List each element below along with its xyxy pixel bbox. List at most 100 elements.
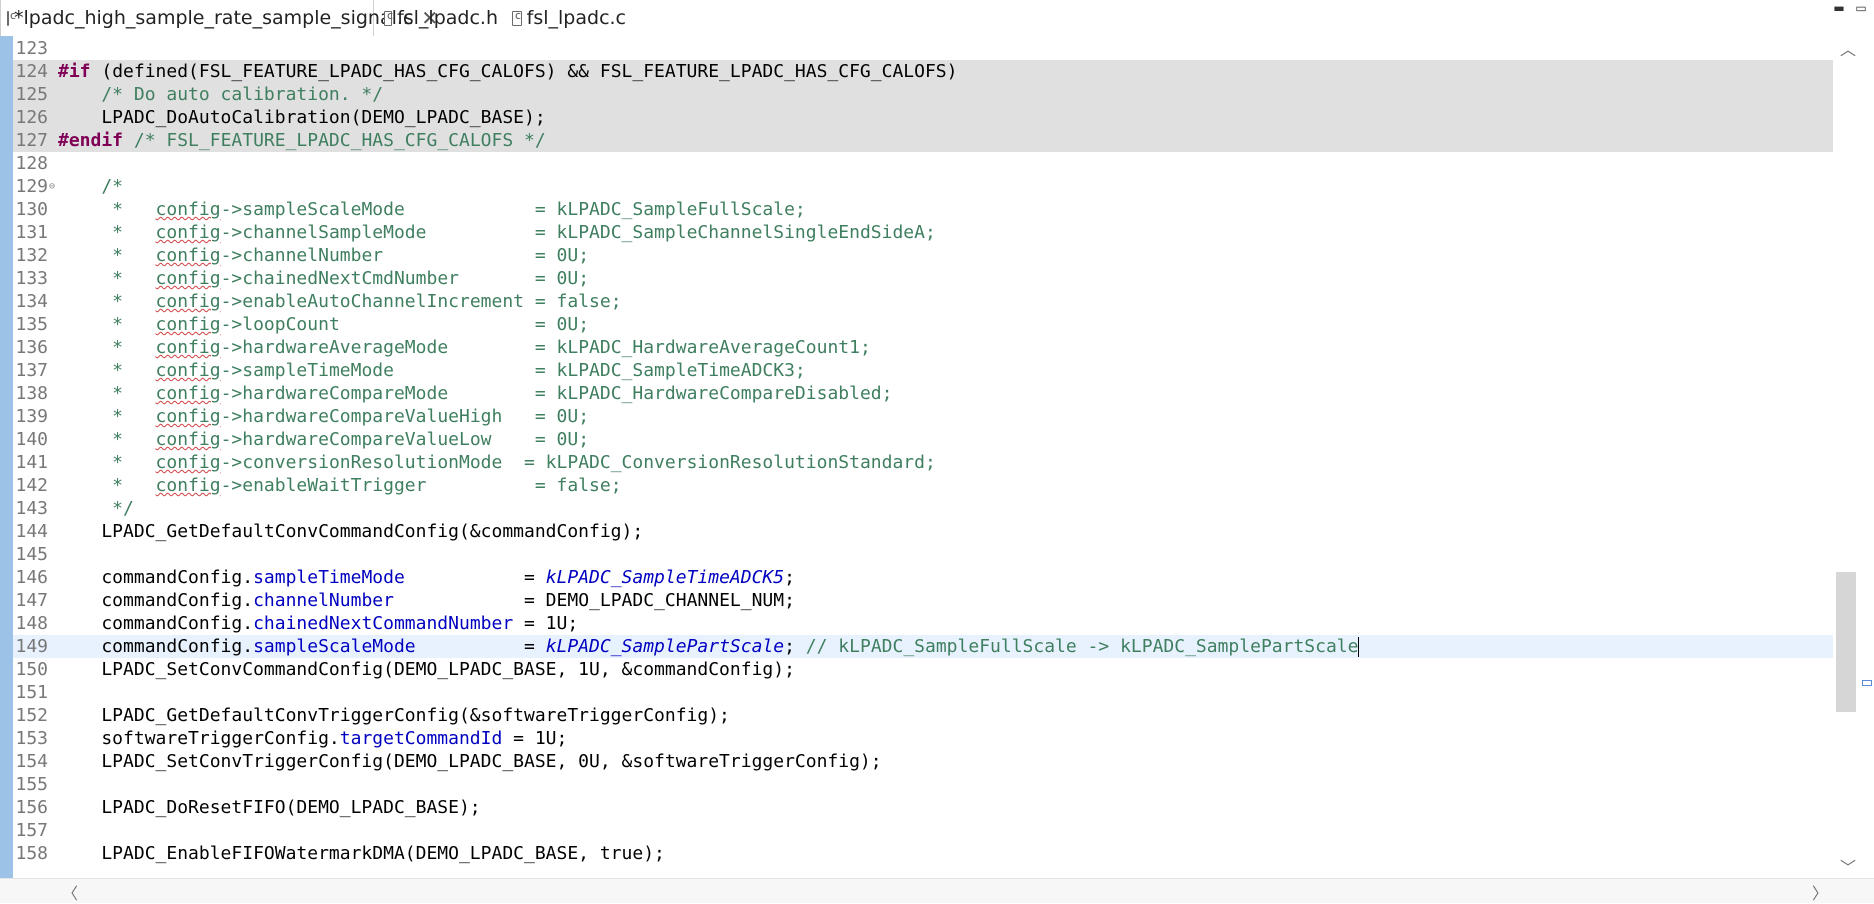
line-number: 155: [15, 774, 48, 795]
code-token: chainedNextCommandNumber: [253, 613, 514, 634]
code-token: config: [155, 245, 221, 266]
line-number: 150: [15, 659, 48, 680]
code-token: commandConfig.: [58, 613, 254, 634]
code-line[interactable]: 124 #if (defined(FSL_FEATURE_LPADC_HAS_CF…: [13, 60, 1833, 83]
code-token: ->sampleTimeMode = kLPADC_SampleTimeADCK…: [220, 360, 806, 381]
code-line[interactable]: 149 commandConfig.sampleScaleMode = kLPA…: [13, 635, 1833, 658]
tab-fsl-lpadc-c[interactable]: fsl_lpadc.c: [506, 0, 626, 36]
code-text: LPADC_DoResetFIFO(DEMO_LPADC_BASE);: [58, 796, 480, 819]
code-line[interactable]: 123: [13, 37, 1833, 60]
code-line[interactable]: 128: [13, 152, 1833, 175]
line-number: 140: [15, 429, 48, 450]
code-line[interactable]: 133 * config->chainedNextCmdNumber = 0U;: [13, 267, 1833, 290]
tab-fsl-lpadc-h[interactable]: fsl_lpadc.h: [378, 0, 498, 36]
code-text: * config->sampleTimeMode = kLPADC_Sample…: [58, 359, 806, 382]
fold-toggle-icon[interactable]: ⊖: [49, 175, 55, 198]
code-text: * config->enableWaitTrigger = false;: [58, 474, 621, 497]
scroll-left-icon[interactable]: 〈: [62, 880, 78, 904]
code-token: *: [58, 475, 156, 496]
line-number: 154: [15, 751, 48, 772]
line-number: 146: [15, 567, 48, 588]
code-line[interactable]: 137 * config->sampleTimeMode = kLPADC_Sa…: [13, 359, 1833, 382]
code-line[interactable]: 140 * config->hardwareCompareValueLow = …: [13, 428, 1833, 451]
code-line[interactable]: 127 #endif /* FSL_FEATURE_LPADC_HAS_CFG_C…: [13, 129, 1833, 152]
code-line[interactable]: 151: [13, 681, 1833, 704]
code-line[interactable]: 139 * config->hardwareCompareValueHigh =…: [13, 405, 1833, 428]
horizontal-scrollbar[interactable]: 〈 〉: [0, 878, 1874, 903]
code-token: *: [58, 406, 156, 427]
code-text: * config->channelSampleMode = kLPADC_Sam…: [58, 221, 936, 244]
overview-ruler-marker[interactable]: [1862, 680, 1872, 686]
line-number: 133: [15, 268, 48, 289]
minimize-icon[interactable]: ▬: [1832, 2, 1846, 16]
code-line[interactable]: 152 LPADC_GetDefaultConvTriggerConfig(&s…: [13, 704, 1833, 727]
code-line[interactable]: 144 LPADC_GetDefaultConvCommandConfig(&c…: [13, 520, 1833, 543]
code-line[interactable]: 132 * config->channelNumber = 0U;: [13, 244, 1833, 267]
code-line[interactable]: 135 * config->loopCount = 0U;: [13, 313, 1833, 336]
scroll-up-icon[interactable]: ︿: [1840, 36, 1856, 60]
code-line[interactable]: 136 * config->hardwareAverageMode = kLPA…: [13, 336, 1833, 359]
tab-lpadc-high-sample-rate-sample-signal-c[interactable]: *lpadc_high_sample_rate_sample_signal.c …: [0, 0, 438, 36]
code-text: commandConfig.chainedNextCommandNumber =…: [58, 612, 578, 635]
code-line[interactable]: 146 commandConfig.sampleTimeMode = kLPAD…: [13, 566, 1833, 589]
code-line[interactable]: 134 * config->enableAutoChannelIncrement…: [13, 290, 1833, 313]
code-text: commandConfig.channelNumber = DEMO_LPADC…: [58, 589, 795, 612]
code-line[interactable]: 142 * config->enableWaitTrigger = false;: [13, 474, 1833, 497]
code-token: = DEMO_LPADC_CHANNEL_NUM;: [393, 590, 795, 611]
line-number: 145: [15, 544, 48, 565]
vertical-scrollbar[interactable]: [1834, 36, 1874, 878]
vertical-scrollbar-thumb[interactable]: [1836, 572, 1856, 712]
code-editor[interactable]: 123 124 #if (defined(FSL_FEATURE_LPADC_HAS…: [0, 36, 1874, 878]
line-number: 157: [15, 820, 48, 841]
code-line[interactable]: 126 LPADC_DoAutoCalibration(DEMO_LPADC_B…: [13, 106, 1833, 129]
code-line[interactable]: 130 * config->sampleScaleMode = kLPADC_S…: [13, 198, 1833, 221]
code-line[interactable]: 156 LPADC_DoResetFIFO(DEMO_LPADC_BASE);: [13, 796, 1833, 819]
code-token: LPADC_GetDefaultConvCommandConfig(&comma…: [58, 521, 644, 542]
code-line[interactable]: 154 LPADC_SetConvTriggerConfig(DEMO_LPAD…: [13, 750, 1833, 773]
code-token: targetCommandId: [339, 728, 503, 749]
code-token: =: [415, 636, 546, 657]
code-line[interactable]: 143 */: [13, 497, 1833, 520]
code-line[interactable]: 157: [13, 819, 1833, 842]
code-token: *: [58, 314, 156, 335]
line-number: 136: [15, 337, 48, 358]
code-line[interactable]: 150 LPADC_SetConvCommandConfig(DEMO_LPAD…: [13, 658, 1833, 681]
code-line[interactable]: 138 * config->hardwareCompareMode = kLPA…: [13, 382, 1833, 405]
code-token: *: [58, 337, 156, 358]
code-token: ->hardwareCompareMode = kLPADC_HardwareC…: [220, 383, 893, 404]
code-text: commandConfig.sampleScaleMode = kLPADC_S…: [58, 635, 1360, 658]
code-line[interactable]: 131 * config->channelSampleMode = kLPADC…: [13, 221, 1833, 244]
code-token: ->chainedNextCmdNumber = 0U;: [220, 268, 590, 289]
code-token: // kLPADC_SampleFullScale -> kLPADC_Samp…: [805, 636, 1359, 657]
code-line[interactable]: 158 LPADC_EnableFIFOWatermarkDMA(DEMO_LP…: [13, 842, 1833, 865]
code-token: /* FSL_FEATURE_LPADC_HAS_CFG_CALOFS */: [123, 130, 546, 151]
code-line[interactable]: 129 ⊖ /*: [13, 175, 1833, 198]
c-file-icon: [7, 9, 16, 26]
maximize-icon[interactable]: ▭: [1854, 2, 1868, 16]
scroll-right-icon[interactable]: 〉: [1812, 880, 1828, 904]
code-token: channelNumber: [253, 590, 394, 611]
code-token: = 1U;: [502, 728, 568, 749]
code-line[interactable]: 147 commandConfig.channelNumber = DEMO_L…: [13, 589, 1833, 612]
code-token: ->hardwareCompareValueHigh = 0U;: [220, 406, 590, 427]
code-line[interactable]: 148 commandConfig.chainedNextCommandNumb…: [13, 612, 1833, 635]
code-token: commandConfig.: [58, 567, 254, 588]
code-line[interactable]: 141 * config->conversionResolutionMode =…: [13, 451, 1833, 474]
code-text: LPADC_GetDefaultConvCommandConfig(&comma…: [58, 520, 643, 543]
code-line[interactable]: 145: [13, 543, 1833, 566]
code-token: sampleScaleMode: [253, 636, 416, 657]
code-token: LPADC_GetDefaultConvTriggerConfig(&softw…: [58, 705, 730, 726]
code-token: config: [155, 268, 221, 289]
line-number: 124: [15, 61, 48, 82]
code-text: * config->hardwareCompareValueHigh = 0U;: [58, 405, 589, 428]
code-line[interactable]: 153 softwareTriggerConfig.targetCommandI…: [13, 727, 1833, 750]
code-line[interactable]: 125 /* Do auto calibration. */: [13, 83, 1833, 106]
code-token: kLPADC_SamplePartScale: [545, 636, 785, 657]
code-line[interactable]: 155: [13, 773, 1833, 796]
code-text: LPADC_DoAutoCalibration(DEMO_LPADC_BASE)…: [58, 106, 545, 129]
code-token: commandConfig.: [58, 636, 254, 657]
code-text: * config->conversionResolutionMode = kLP…: [58, 451, 936, 474]
line-number: 141: [15, 452, 48, 473]
code-token: ->sampleScaleMode = kLPADC_SampleFullSca…: [220, 199, 806, 220]
scroll-down-icon[interactable]: ﹀: [1840, 854, 1856, 878]
